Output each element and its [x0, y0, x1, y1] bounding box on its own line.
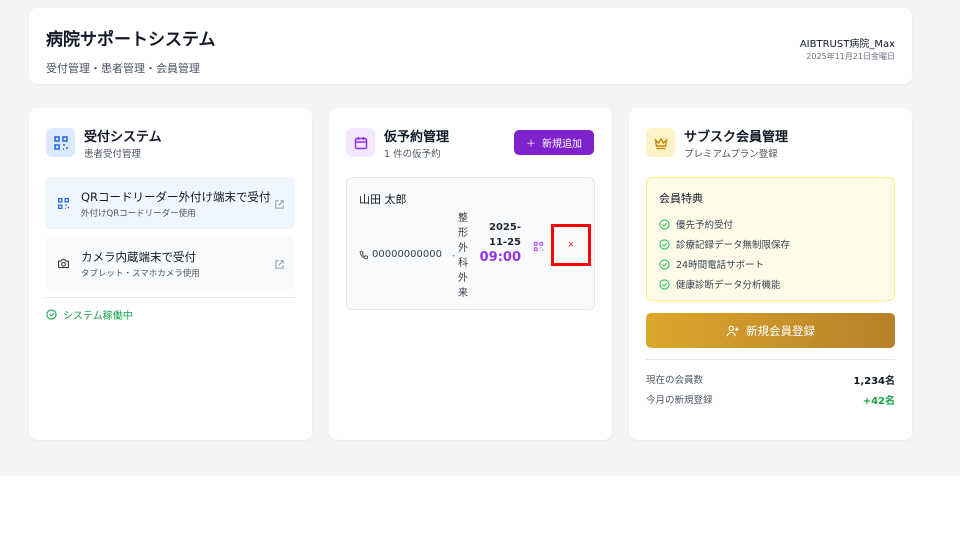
- check-circle-icon: [659, 278, 670, 290]
- user-plus-icon: [726, 325, 739, 336]
- stat-value: +42名: [862, 396, 895, 407]
- plus-icon: ＋: [526, 139, 536, 150]
- option-title: QRコードリーダー外付け端末で受付: [81, 190, 271, 204]
- membership-title: サブスク会員管理: [684, 130, 789, 145]
- new-members-row: 今月の新規登録 +42名: [646, 392, 895, 407]
- reservation-time: 09:00: [479, 250, 521, 265]
- option-subtitle: タブレット・スマホカメラ使用: [81, 269, 200, 279]
- membership-subtitle: プレミアムプラン登録: [684, 149, 778, 160]
- reservation-title: 仮予約管理: [384, 130, 450, 145]
- reservation-item: 山田 太郎 00000000000 ・ 整形外科外来 2025-11-25 09…: [346, 177, 595, 310]
- check-circle-icon: [659, 258, 670, 270]
- department: 整形外科外来: [458, 213, 468, 299]
- check-circle-icon: [46, 309, 57, 320]
- reservation-panel: 仮予約管理 1 件の仮予約 ＋ 新規追加 山田 太郎 00000000000 ・…: [329, 108, 612, 440]
- qr-code-icon[interactable]: [533, 237, 544, 256]
- app-title: 病院サポートシステム: [46, 30, 216, 50]
- qr-icon: [57, 195, 70, 214]
- add-reservation-button[interactable]: ＋ 新規追加: [514, 130, 594, 155]
- reservation-count: 1 件の仮予約: [384, 149, 441, 160]
- register-member-button[interactable]: 新規会員登録: [646, 313, 895, 348]
- app-header: 病院サポートシステム 受付管理・患者管理・会員管理 AIBTRUST病院_Max…: [29, 8, 912, 84]
- benefit-text: 優先予約受付: [676, 220, 734, 231]
- reception-subtitle: 患者受付管理: [84, 149, 142, 160]
- system-status: システム稼働中: [46, 307, 133, 322]
- register-label: 新規会員登録: [746, 325, 815, 338]
- divider: [646, 359, 895, 360]
- benefit-item: 優先予約受付: [659, 214, 882, 234]
- benefit-text: 24時間電話サポート: [676, 260, 765, 271]
- benefit-text: 健康診断データ分析機能: [676, 280, 781, 291]
- check-circle-icon: [659, 238, 670, 250]
- stat-value: 1,234名: [853, 376, 895, 387]
- app-subtitle: 受付管理・患者管理・会員管理: [46, 62, 200, 75]
- external-link-icon: [274, 195, 285, 214]
- calendar-icon: [346, 128, 375, 157]
- reservation-date: 2025-11-25: [489, 222, 521, 248]
- option-subtitle: 外付けQRコードリーダー使用: [81, 209, 196, 219]
- separator: ・: [450, 252, 457, 260]
- patient-phone: 00000000000: [359, 249, 442, 260]
- qr-reader-option[interactable]: QRコードリーダー外付け端末で受付 外付けQRコードリーダー使用: [45, 177, 295, 229]
- reception-panel: 受付システム 患者受付管理 QRコードリーダー外付け端末で受付 外付けQRコード…: [29, 108, 312, 440]
- external-link-icon: [274, 255, 285, 274]
- option-title: カメラ内蔵端末で受付: [81, 250, 196, 264]
- phone-icon: [359, 250, 368, 259]
- divider: [45, 297, 295, 298]
- add-label: 新規追加: [542, 139, 582, 150]
- delete-reservation-button[interactable]: ×: [551, 224, 591, 266]
- close-icon: ×: [567, 239, 575, 251]
- reception-title: 受付システム: [84, 130, 162, 145]
- stat-label: 今月の新規登録: [646, 395, 713, 406]
- benefit-item: 診療記録データ無制限保存: [659, 234, 882, 254]
- check-circle-icon: [659, 218, 670, 230]
- camera-option[interactable]: カメラ内蔵端末で受付 タブレット・スマホカメラ使用: [45, 237, 295, 289]
- current-date: 2025年11月21日金曜日: [806, 52, 895, 61]
- patient-name: 山田 太郎: [359, 193, 407, 206]
- benefit-text: 診療記録データ無制限保存: [676, 240, 791, 251]
- status-text: システム稼働中: [63, 311, 133, 322]
- crown-icon: [646, 128, 675, 157]
- benefit-item: 健康診断データ分析機能: [659, 274, 882, 294]
- camera-icon: [57, 255, 70, 274]
- phone-number: 00000000000: [372, 249, 442, 260]
- qr-icon: [46, 128, 75, 157]
- membership-panel: サブスク会員管理 プレミアムプラン登録 会員特典 優先予約受付診療記録データ無制…: [629, 108, 912, 440]
- member-count-row: 現在の会員数 1,234名: [646, 372, 895, 387]
- benefits-box: 会員特典 優先予約受付診療記録データ無制限保存 24時間電話サポート健康診断データ…: [646, 177, 895, 301]
- user-name: AIBTRUST病院_Max: [799, 39, 895, 50]
- benefits-title: 会員特典: [659, 192, 703, 205]
- benefit-item: 24時間電話サポート: [659, 254, 882, 274]
- stat-label: 現在の会員数: [646, 375, 704, 386]
